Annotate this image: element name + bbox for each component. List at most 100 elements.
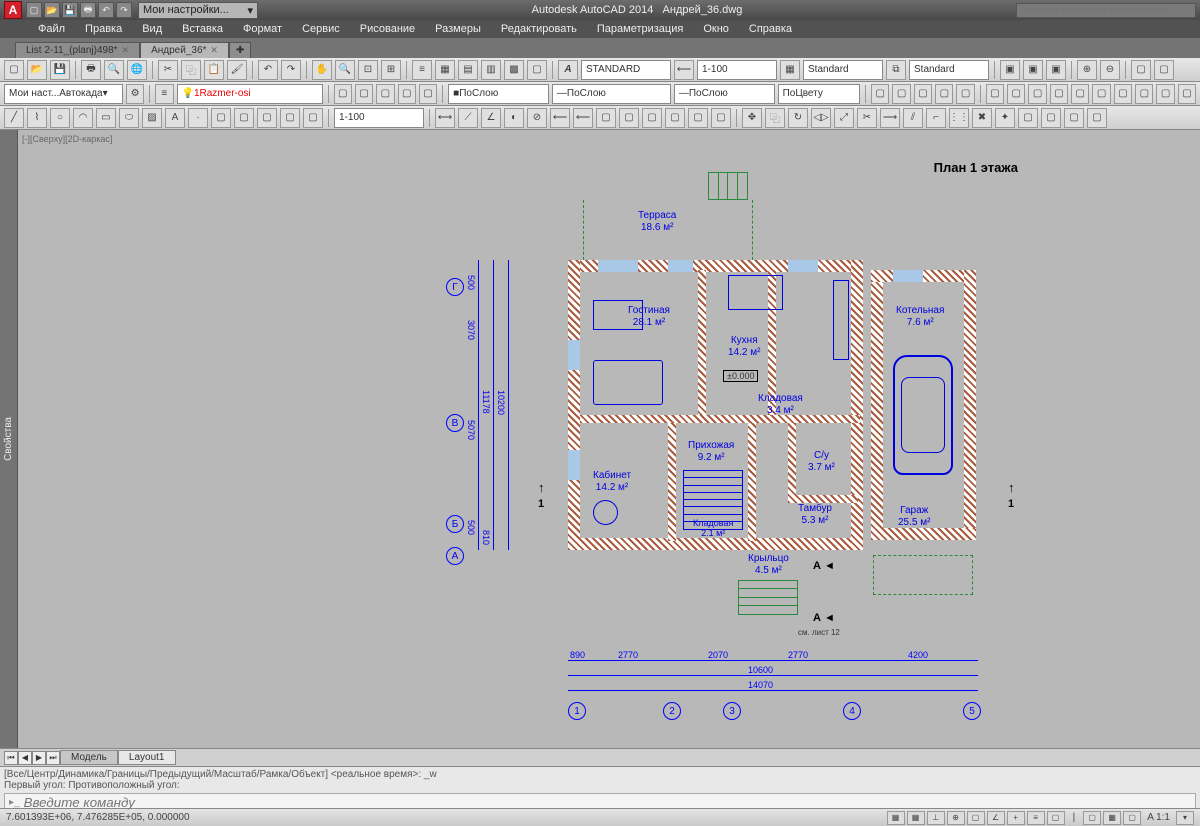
misc-icon[interactable]: ▢ — [1178, 84, 1196, 104]
ref-icon[interactable]: ▢ — [914, 84, 932, 104]
modify-icon[interactable]: ▢ — [1041, 108, 1061, 128]
dim-tool-icon[interactable]: ▢ — [688, 108, 708, 128]
misc-icon[interactable]: ▢ — [1156, 84, 1174, 104]
block-icon[interactable]: ▣ — [1046, 60, 1066, 80]
next-tab-icon[interactable]: ▶ — [32, 751, 46, 765]
extend-icon[interactable]: ⟶ — [880, 108, 900, 128]
new-tab-button[interactable]: ✚ — [229, 42, 251, 58]
qp-icon[interactable]: ▢ — [1047, 811, 1065, 825]
trim-icon[interactable]: ✂ — [857, 108, 877, 128]
dim-angular-icon[interactable]: ∠ — [481, 108, 501, 128]
explode-icon[interactable]: ✦ — [995, 108, 1015, 128]
tool-icon[interactable]: ▾ — [1176, 811, 1194, 825]
group-icon[interactable]: ⊕ — [1077, 60, 1097, 80]
menu-dims[interactable]: Размеры — [427, 22, 489, 36]
zoom-window-icon[interactable]: ⊡ — [358, 60, 378, 80]
annotation-scale[interactable]: A 1:1 — [1143, 812, 1174, 823]
polar-icon[interactable]: ⊕ — [947, 811, 965, 825]
dim-tool-icon[interactable]: ▢ — [596, 108, 616, 128]
ref-icon[interactable]: ▢ — [956, 84, 974, 104]
misc-icon[interactable]: ▢ — [1135, 84, 1153, 104]
publish-icon[interactable]: 🌐 — [127, 60, 147, 80]
last-tab-icon[interactable]: ⏭ — [46, 751, 60, 765]
close-icon[interactable]: ✕ — [122, 45, 130, 56]
menu-file[interactable]: Файл — [30, 22, 73, 36]
dimstyle-icon[interactable]: ⟵ — [674, 60, 694, 80]
ref-icon[interactable]: ▢ — [935, 84, 953, 104]
ref-icon[interactable]: ▢ — [892, 84, 910, 104]
sheet-set-icon[interactable]: ▥ — [481, 60, 501, 80]
zoom-prev-icon[interactable]: ⊞ — [381, 60, 401, 80]
menu-modify[interactable]: Редактировать — [493, 22, 585, 36]
pan-icon[interactable]: ✋ — [312, 60, 332, 80]
viewport-label[interactable]: [-][Сверху][2D-каркас] — [22, 134, 112, 144]
tab-model[interactable]: Модель — [60, 750, 118, 765]
doc-tab[interactable]: List 2-11_(planj)498*✕ — [15, 42, 140, 58]
group-icon[interactable]: ⊖ — [1100, 60, 1120, 80]
misc-icon[interactable]: ▢ — [986, 84, 1004, 104]
mlstyle-combo[interactable]: Standard — [909, 60, 989, 80]
lwt-icon[interactable]: ≡ — [1027, 811, 1045, 825]
array-icon[interactable]: ⋮⋮ — [949, 108, 969, 128]
dim-aligned-icon[interactable]: ⟋ — [458, 108, 478, 128]
workspace-selector[interactable]: Мои настройки...▾ — [138, 2, 258, 19]
ltype-combo[interactable]: — ПоСлою — [552, 84, 671, 104]
menu-param[interactable]: Параметризация — [589, 22, 691, 36]
dim-tool-icon[interactable]: ▢ — [665, 108, 685, 128]
textstyle-combo[interactable]: STANDARD — [581, 60, 671, 80]
dim-dia-icon[interactable]: ⊘ — [527, 108, 547, 128]
point-icon[interactable]: · — [188, 108, 208, 128]
menu-help[interactable]: Справка — [741, 22, 800, 36]
rotate-icon[interactable]: ↻ — [788, 108, 808, 128]
new-icon[interactable]: ▢ — [4, 60, 24, 80]
misc-icon[interactable]: ▢ — [1154, 60, 1174, 80]
copy-icon[interactable]: ⿻ — [181, 60, 201, 80]
dim-cont-icon[interactable]: ⟵ — [550, 108, 570, 128]
misc-icon[interactable]: ▢ — [1092, 84, 1110, 104]
dim-tool-icon[interactable]: ▢ — [619, 108, 639, 128]
tablestyle-combo[interactable]: Standard — [803, 60, 883, 80]
textstyle-icon[interactable]: A — [558, 60, 578, 80]
tool-palettes-icon[interactable]: ▤ — [458, 60, 478, 80]
save-icon[interactable]: 💾 — [62, 2, 78, 18]
drawing-viewport[interactable]: [-][Сверху][2D-каркас] План 1 этажа Терр… — [18, 130, 1200, 748]
layer-combo[interactable]: 💡 1Razmer-osi — [177, 84, 323, 104]
line-icon[interactable]: ╱ — [4, 108, 24, 128]
lweight-combo[interactable]: — ПоСлою — [674, 84, 775, 104]
menu-view[interactable]: Вид — [134, 22, 170, 36]
menu-draw[interactable]: Рисование — [352, 22, 423, 36]
print-icon[interactable]: 🖶 — [80, 2, 96, 18]
menu-tools[interactable]: Сервис — [294, 22, 348, 36]
modify-icon[interactable]: ▢ — [1087, 108, 1107, 128]
otrack-icon[interactable]: ∠ — [987, 811, 1005, 825]
dimstyle-combo[interactable]: 1-100 — [697, 60, 777, 80]
app-logo[interactable]: A — [4, 1, 22, 19]
misc-icon[interactable]: ▢ — [1028, 84, 1046, 104]
color-combo[interactable]: ■ ПоСлою — [448, 84, 549, 104]
save-icon[interactable]: 💾 — [50, 60, 70, 80]
grid-icon[interactable]: ▦ — [907, 811, 925, 825]
copy-icon[interactable]: ⿻ — [765, 108, 785, 128]
menu-insert[interactable]: Вставка — [174, 22, 231, 36]
grid-icon[interactable]: ▦ — [1103, 811, 1121, 825]
scale-combo[interactable]: 1-100 — [334, 108, 424, 128]
doc-tab[interactable]: Андрей_36*✕ — [140, 42, 229, 58]
preview-icon[interactable]: 🔍 — [104, 60, 124, 80]
workspace2-combo[interactable]: Мои наст...Автокада ▾ — [4, 84, 123, 104]
tool-icon[interactable]: ▢ — [303, 108, 323, 128]
first-tab-icon[interactable]: ⏮ — [4, 751, 18, 765]
dim-linear-icon[interactable]: ⟷ — [435, 108, 455, 128]
osnap-icon[interactable]: ▢ — [967, 811, 985, 825]
redo-icon[interactable]: ↷ — [281, 60, 301, 80]
prev-tab-icon[interactable]: ◀ — [18, 751, 32, 765]
dim-radius-icon[interactable]: ◐ — [504, 108, 524, 128]
layer-tool-icon[interactable]: ▢ — [334, 84, 352, 104]
fillet-icon[interactable]: ⌐ — [926, 108, 946, 128]
print-icon[interactable]: 🖶 — [81, 60, 101, 80]
layer-tool-icon[interactable]: ▢ — [398, 84, 416, 104]
dim-base-icon[interactable]: ⟵ — [573, 108, 593, 128]
paste-icon[interactable]: 📋 — [204, 60, 224, 80]
scale-icon[interactable]: ⤢ — [834, 108, 854, 128]
markup-icon[interactable]: ▩ — [504, 60, 524, 80]
ortho-icon[interactable]: ⊥ — [927, 811, 945, 825]
